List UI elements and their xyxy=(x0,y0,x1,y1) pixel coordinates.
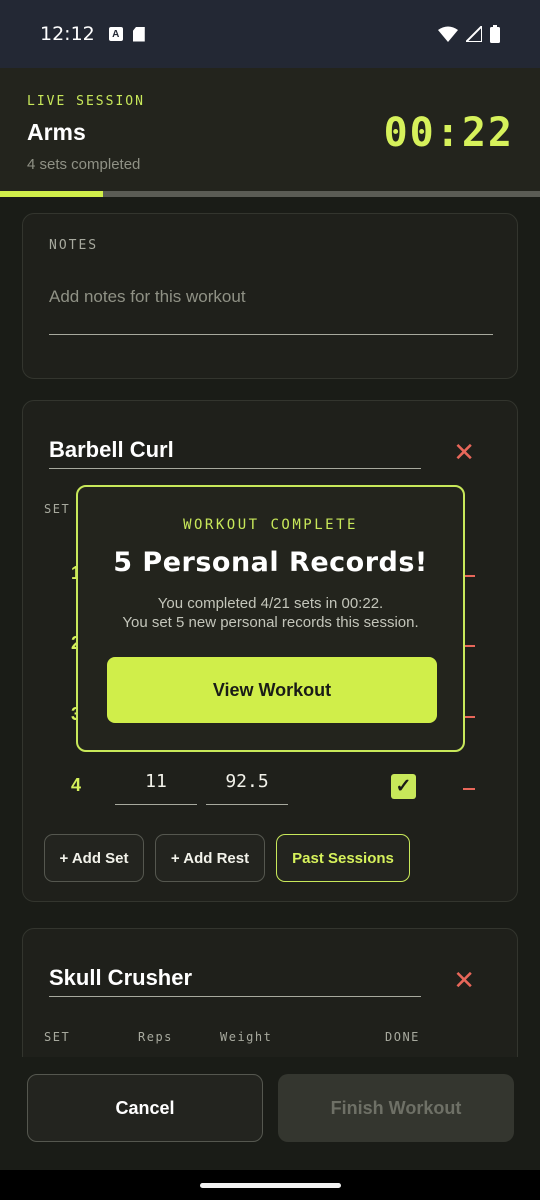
add-rest-button[interactable]: + Add Rest xyxy=(155,834,265,882)
notes-card: NOTES Add notes for this workout xyxy=(22,213,518,379)
keyboard-a-icon: A xyxy=(108,27,123,41)
column-header-set: SET xyxy=(44,502,71,516)
sets-completed-text: 4 sets completed xyxy=(27,156,141,173)
signal-icon xyxy=(466,26,482,42)
wifi-icon xyxy=(438,26,458,42)
remove-exercise-icon[interactable]: ✕ xyxy=(453,437,475,468)
past-sessions-button[interactable]: Past Sessions xyxy=(276,834,410,882)
live-session-label: LIVE SESSION xyxy=(27,94,145,109)
set-done-checkbox[interactable]: ✓ xyxy=(391,774,416,799)
dialog-summary-line: You completed 4/21 sets in 00:22. xyxy=(157,595,384,612)
dialog-kicker: WORKOUT COMPLETE xyxy=(183,517,358,533)
notes-label: NOTES xyxy=(49,238,99,253)
sd-card-icon xyxy=(132,26,145,42)
set-number: 4 xyxy=(71,775,82,795)
system-nav-bar xyxy=(0,1170,540,1200)
session-progress-fill xyxy=(0,191,103,197)
exercise-name-field[interactable]: Barbell Curl xyxy=(49,437,421,469)
status-time: 12:12 xyxy=(40,23,95,45)
workout-complete-dialog: WORKOUT COMPLETE 5 Personal Records! You… xyxy=(76,485,465,752)
column-header-weight: Weight xyxy=(220,1030,273,1044)
column-header-done: DONE xyxy=(385,1030,420,1044)
remove-set-icon[interactable] xyxy=(463,788,475,790)
remove-exercise-icon[interactable]: ✕ xyxy=(453,965,475,996)
status-bar: 12:12 A xyxy=(0,0,540,68)
reps-input[interactable]: 11 xyxy=(115,765,197,805)
column-header-reps: Reps xyxy=(138,1030,173,1044)
column-header-set: SET xyxy=(44,1030,71,1044)
weight-input[interactable]: 92.5 xyxy=(206,765,288,805)
finish-workout-button[interactable]: Finish Workout xyxy=(278,1074,514,1142)
dialog-records-line: You set 5 new personal records this sess… xyxy=(122,614,419,631)
session-header: LIVE SESSION Arms 4 sets completed 00:22 xyxy=(0,68,540,191)
cancel-button[interactable]: Cancel xyxy=(27,1074,263,1142)
notes-input[interactable]: Add notes for this workout xyxy=(49,277,493,335)
exercise-name-field[interactable]: Skull Crusher xyxy=(49,965,421,997)
home-gesture-handle[interactable] xyxy=(200,1183,341,1188)
battery-icon xyxy=(490,25,500,43)
session-timer: 00:22 xyxy=(383,110,514,156)
session-progress-bar xyxy=(0,191,540,197)
dialog-title: 5 Personal Records! xyxy=(113,547,428,578)
add-set-button[interactable]: + Add Set xyxy=(44,834,144,882)
bottom-action-bar: Cancel Finish Workout xyxy=(0,1057,540,1170)
view-workout-button[interactable]: View Workout xyxy=(107,657,437,723)
